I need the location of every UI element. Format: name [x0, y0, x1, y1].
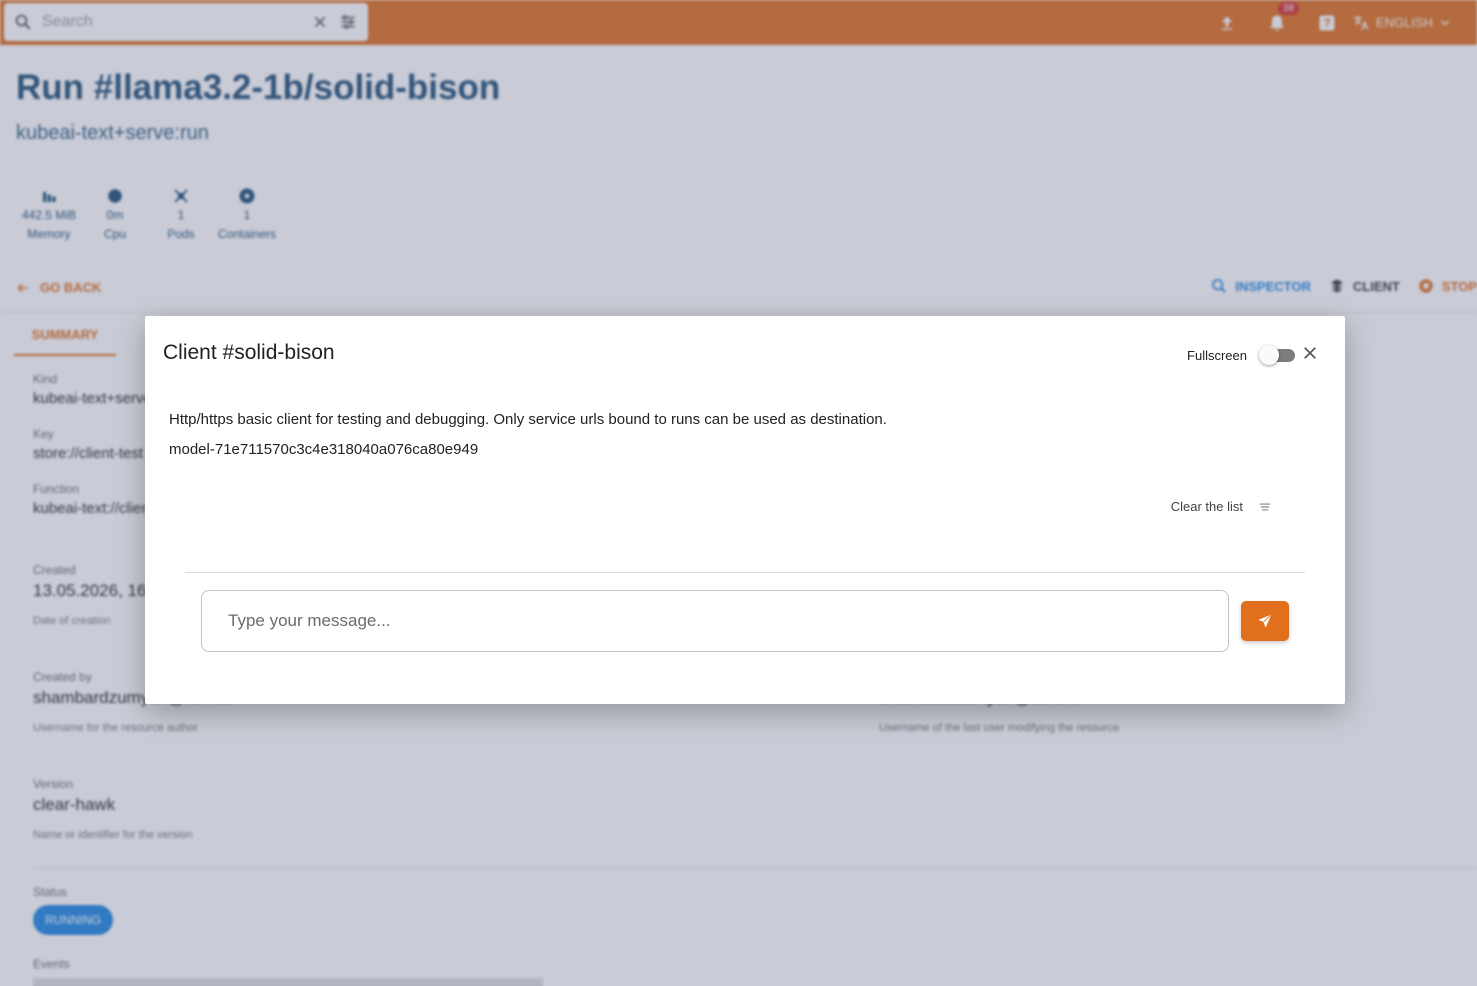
dialog-description: Http/https basic client for testing and …: [169, 411, 887, 428]
client-dialog: Client #solid-bison Fullscreen Http/http…: [145, 316, 1345, 704]
fullscreen-control: Fullscreen: [1187, 345, 1295, 365]
message-input[interactable]: [201, 590, 1229, 652]
dialog-divider: [185, 572, 1305, 573]
fullscreen-toggle[interactable]: [1259, 345, 1295, 365]
clear-list-label: Clear the list: [1170, 499, 1243, 514]
dialog-title: Client #solid-bison: [163, 341, 335, 364]
fullscreen-label: Fullscreen: [1187, 347, 1247, 363]
close-icon[interactable]: [1301, 344, 1319, 362]
send-button[interactable]: [1241, 601, 1289, 641]
clear-all-icon: [1259, 503, 1271, 510]
send-icon: [1258, 614, 1272, 628]
model-name: model-71e711570c3c4e318040a076ca80e949: [169, 441, 479, 458]
clear-list-button[interactable]: Clear the list: [1171, 499, 1273, 514]
